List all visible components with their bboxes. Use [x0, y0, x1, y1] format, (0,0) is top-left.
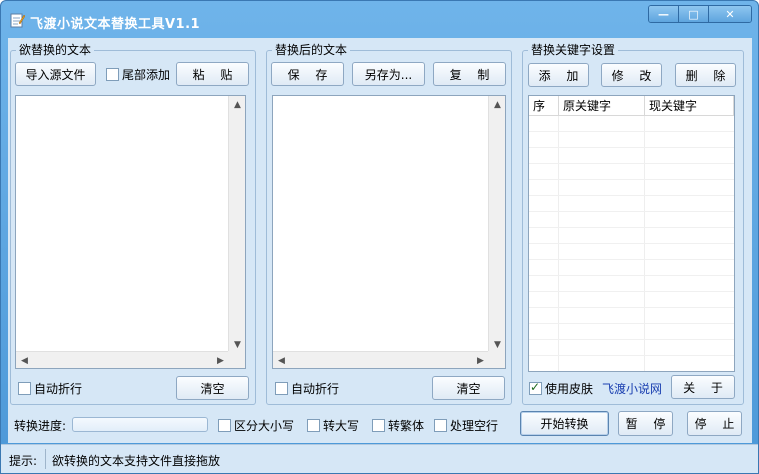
append-tail-checkbox[interactable]: 尾部添加 — [106, 66, 170, 82]
case-sensitive-checkbox[interactable]: 区分大小写 — [218, 417, 294, 433]
minimize-icon[interactable]: — — [649, 6, 679, 22]
to-traditional-label: 转繁体 — [388, 418, 425, 433]
source-wrap-box[interactable] — [18, 381, 31, 395]
col-replacement-header[interactable]: 现关键字 — [645, 96, 734, 116]
case-sensitive-box[interactable] — [218, 418, 231, 432]
table-row — [529, 340, 734, 356]
source-wrap-checkbox[interactable]: 自动折行 — [18, 380, 82, 396]
delete-keyword-button[interactable]: 删 除 — [675, 63, 736, 87]
maximize-icon[interactable]: □ — [679, 6, 709, 22]
append-tail-box[interactable] — [106, 67, 119, 81]
import-source-button[interactable]: 导入源文件 — [15, 62, 96, 86]
scroll-up-icon[interactable]: ▲ — [489, 96, 506, 113]
source-wrap-label: 自动折行 — [34, 381, 83, 396]
copy-button[interactable]: 复 制 — [433, 62, 506, 86]
window-controls: — □ ✕ — [648, 5, 752, 23]
pause-button[interactable]: 暂 停 — [618, 411, 673, 436]
skin-box[interactable] — [529, 380, 542, 395]
blank-lines-label: 处理空行 — [450, 418, 499, 433]
site-link[interactable]: 飞渡小说网 — [602, 380, 662, 397]
status-bar: 提示: 欲转换的文本支持文件直接拖放 — [1, 444, 758, 473]
scroll-right-icon[interactable]: ▶ — [212, 352, 229, 369]
table-row — [529, 212, 734, 228]
keyword-table[interactable]: 序 原关键字 现关键字 — [528, 95, 735, 372]
result-clear-button[interactable]: 清空 — [432, 376, 505, 400]
status-hint-label: 提示: — [9, 454, 38, 468]
status-hint-text: 欲转换的文本支持文件直接拖放 — [52, 454, 221, 468]
window-title: 飞渡小说文本替换工具V1.1 — [30, 17, 201, 32]
save-as-button[interactable]: 另存为... — [352, 62, 425, 86]
scroll-left-icon[interactable]: ◀ — [273, 352, 290, 369]
source-textarea[interactable]: ▲ ▼ ◀ ▶ — [15, 95, 246, 369]
result-wrap-label: 自动折行 — [291, 381, 340, 396]
keyword-group-label: 替换关键字设置 — [528, 43, 619, 57]
start-conversion-button[interactable]: 开始转换 — [520, 411, 609, 436]
table-row — [529, 356, 734, 371]
col-index-header[interactable]: 序 — [529, 96, 559, 116]
result-vscrollbar[interactable]: ▲ ▼ — [488, 96, 505, 353]
table-row — [529, 132, 734, 148]
table-row — [529, 116, 734, 132]
table-row — [529, 180, 734, 196]
source-vscrollbar[interactable]: ▲ ▼ — [228, 96, 245, 353]
scroll-corner — [488, 351, 505, 368]
table-row — [529, 148, 734, 164]
scroll-corner — [228, 351, 245, 368]
add-keyword-button[interactable]: 添 加 — [528, 63, 589, 87]
progress-label: 转换进度: — [14, 419, 67, 433]
table-row — [529, 276, 734, 292]
table-row — [529, 292, 734, 308]
edit-keyword-button[interactable]: 修 改 — [601, 63, 662, 87]
table-row — [529, 324, 734, 340]
result-hscrollbar[interactable]: ◀ ▶ — [273, 351, 489, 368]
table-row — [529, 244, 734, 260]
append-tail-label: 尾部添加 — [122, 67, 171, 82]
keyword-table-header: 序 原关键字 现关键字 — [529, 96, 734, 116]
source-clear-button[interactable]: 清空 — [176, 376, 249, 400]
blank-lines-box[interactable] — [434, 418, 447, 432]
to-traditional-box[interactable] — [372, 418, 385, 432]
title-bar[interactable]: 飞渡小说文本替换工具V1.1 — □ ✕ — [1, 1, 758, 37]
result-group-label: 替换后的文本 — [272, 43, 351, 57]
col-original-header[interactable]: 原关键字 — [559, 96, 645, 116]
to-upper-checkbox[interactable]: 转大写 — [307, 417, 359, 433]
about-button[interactable]: 关 于 — [671, 375, 735, 399]
to-traditional-checkbox[interactable]: 转繁体 — [372, 417, 424, 433]
table-row — [529, 228, 734, 244]
result-textarea[interactable]: ▲ ▼ ◀ ▶ — [272, 95, 506, 369]
paste-button[interactable]: 粘 贴 — [176, 62, 249, 86]
table-row — [529, 196, 734, 212]
close-icon[interactable]: ✕ — [709, 6, 751, 22]
result-wrap-box[interactable] — [275, 381, 288, 395]
to-upper-label: 转大写 — [323, 418, 360, 433]
conversion-progress-bar — [72, 417, 208, 432]
case-sensitive-label: 区分大小写 — [234, 418, 295, 433]
source-group-label: 欲替换的文本 — [16, 43, 95, 57]
notepad-icon — [10, 13, 25, 28]
save-button[interactable]: 保 存 — [271, 62, 344, 86]
app-window: 飞渡小说文本替换工具V1.1 — □ ✕ 欲替换的文本 导入源文件 尾部添加 粘… — [0, 0, 759, 474]
source-hscrollbar[interactable]: ◀ ▶ — [16, 351, 229, 368]
stop-button[interactable]: 停 止 — [687, 411, 742, 436]
client-area: 欲替换的文本 导入源文件 尾部添加 粘 贴 ▲ ▼ ◀ ▶ 自动折行 清空 替换… — [8, 38, 752, 443]
blank-lines-checkbox[interactable]: 处理空行 — [434, 417, 498, 433]
status-separator — [45, 449, 46, 469]
scroll-up-icon[interactable]: ▲ — [229, 96, 246, 113]
table-row — [529, 308, 734, 324]
skin-label: 使用皮肤 — [545, 381, 594, 396]
scroll-left-icon[interactable]: ◀ — [16, 352, 33, 369]
skin-checkbox[interactable]: 使用皮肤 — [529, 380, 593, 396]
to-upper-box[interactable] — [307, 418, 320, 432]
result-wrap-checkbox[interactable]: 自动折行 — [275, 380, 339, 396]
table-row — [529, 260, 734, 276]
table-row — [529, 164, 734, 180]
scroll-right-icon[interactable]: ▶ — [472, 352, 489, 369]
